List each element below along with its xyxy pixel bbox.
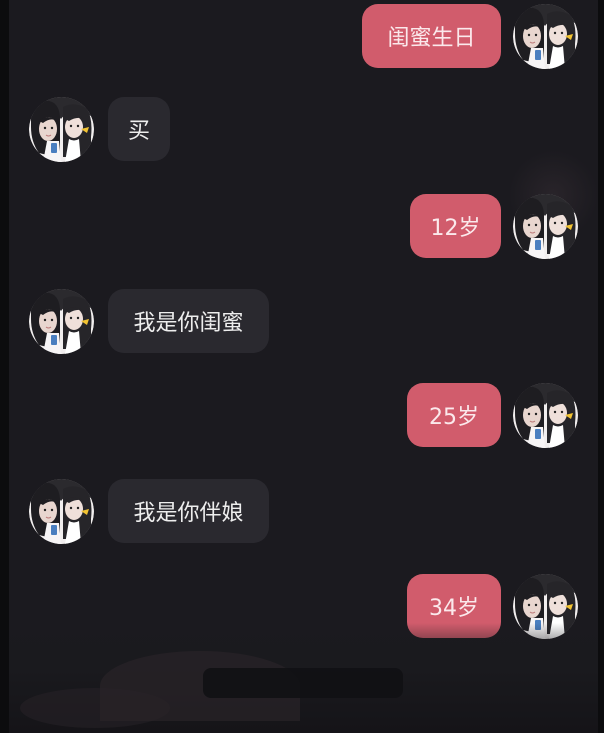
message-bubble-sent[interactable]: 12岁 [410, 194, 501, 258]
message-bubble-sent[interactable]: 闺蜜生日 [362, 4, 501, 68]
message-bubble-received[interactable]: 买 [108, 97, 170, 161]
avatar-photo-icon[interactable] [29, 479, 94, 544]
message-text: 买 [127, 119, 150, 144]
avatar-photo-icon[interactable] [513, 4, 578, 69]
chat-screen: 闺蜜生日 买 12岁 我是你闺蜜 25岁 我是你伴娘 34岁 [0, 0, 604, 733]
message-bubble-received[interactable]: 我是你闺蜜 [108, 289, 269, 353]
message-bubble-received[interactable]: 我是你伴娘 [108, 479, 269, 543]
message-row: 12岁 [0, 192, 604, 262]
message-text: 闺蜜生日 [387, 26, 476, 51]
message-row: 我是你伴娘 [0, 477, 604, 547]
avatar-photo-icon[interactable] [29, 97, 94, 162]
blurred-input-bar [203, 668, 403, 698]
message-row: 25岁 [0, 381, 604, 451]
message-text: 12岁 [430, 216, 481, 241]
message-row: 买 [0, 96, 604, 166]
message-bubble-sent[interactable]: 25岁 [407, 383, 501, 447]
message-row: 我是你闺蜜 [0, 287, 604, 357]
avatar-photo-icon[interactable] [513, 383, 578, 448]
message-text: 我是你闺蜜 [133, 311, 244, 336]
avatar-photo-icon[interactable] [29, 289, 94, 354]
message-text: 34岁 [429, 596, 479, 621]
message-text: 25岁 [429, 405, 479, 430]
message-row: 闺蜜生日 [0, 2, 604, 72]
message-text: 我是你伴娘 [133, 501, 244, 526]
avatar-photo-icon[interactable] [513, 194, 578, 259]
